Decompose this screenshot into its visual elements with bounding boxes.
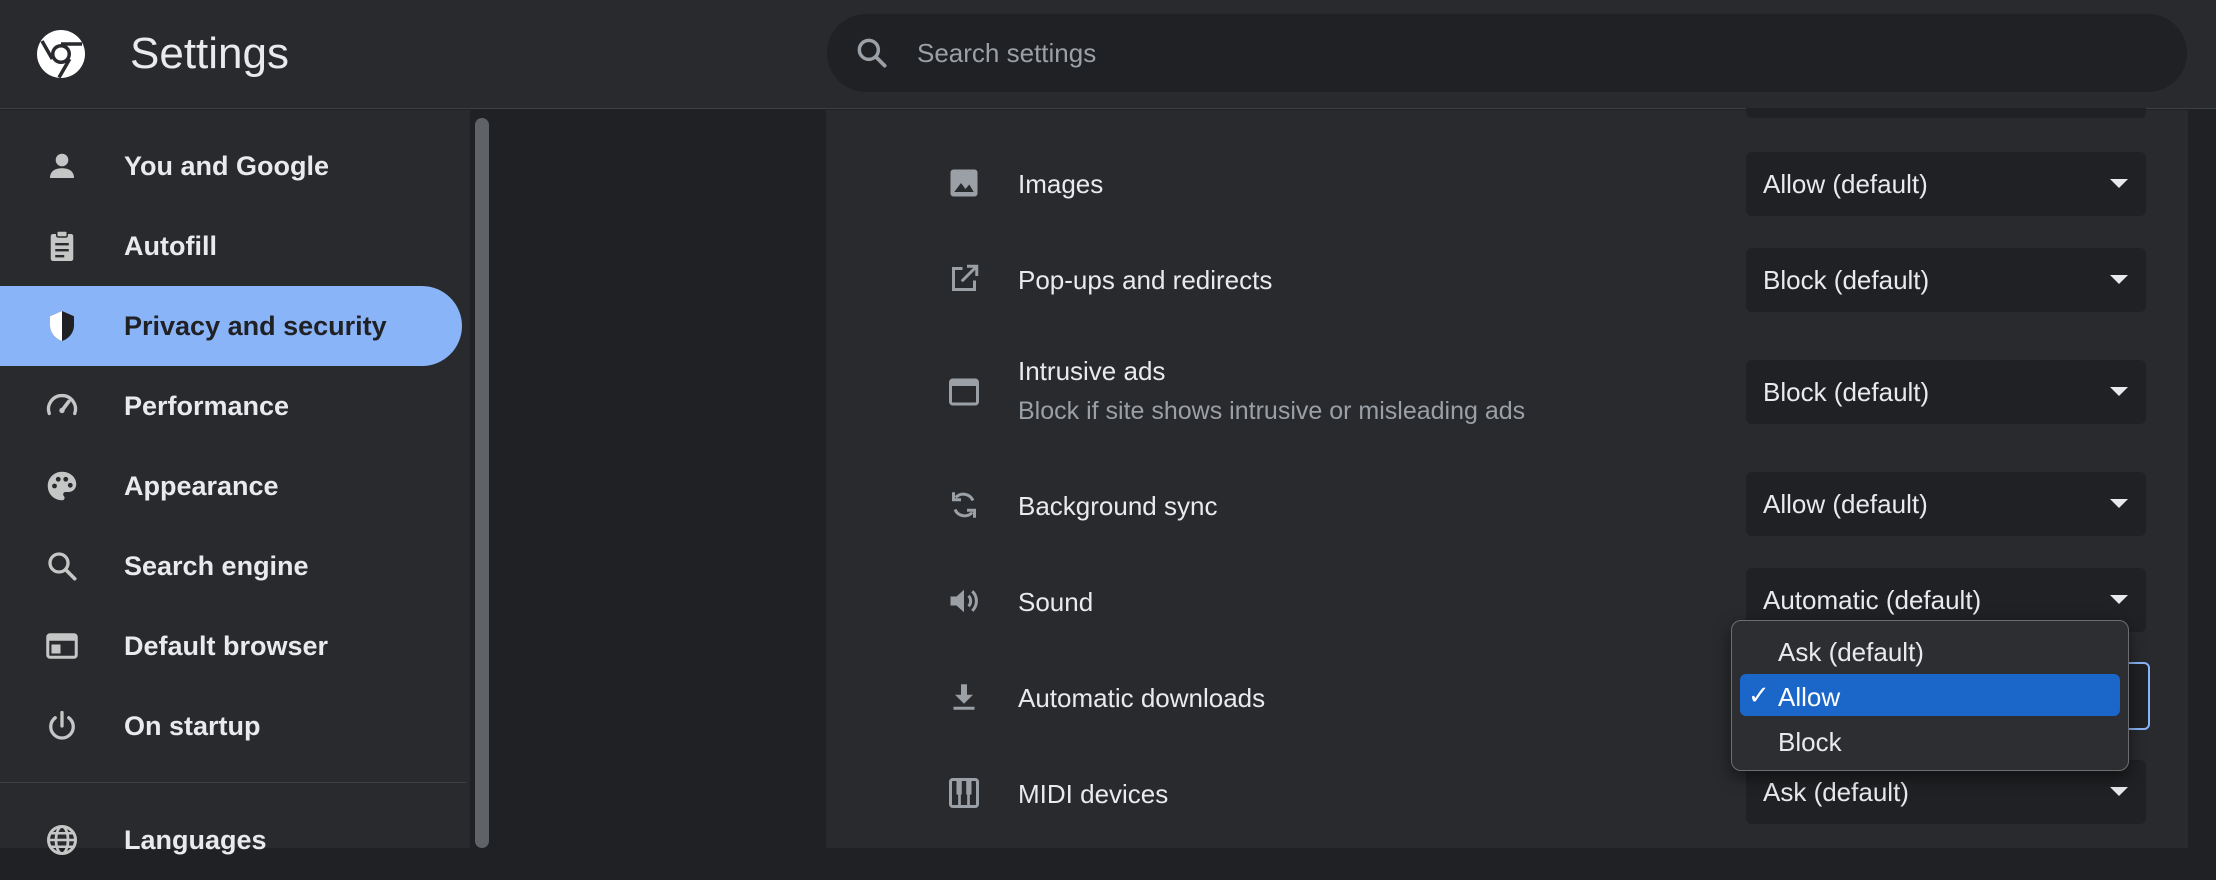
images-select[interactable]: Allow (default) xyxy=(1746,152,2146,216)
dropdown-option-label: Block xyxy=(1778,727,1842,757)
chrome-logo-icon xyxy=(37,30,85,79)
dropdown-option-ask[interactable]: Ask (default) xyxy=(1740,629,2120,671)
select-value: Ask (default) xyxy=(1763,777,1909,807)
sidebar-item-default-browser[interactable]: Default browser xyxy=(0,606,462,686)
top-bar: Settings xyxy=(0,0,2216,109)
permission-label: Sound xyxy=(1018,587,1094,617)
search-input[interactable] xyxy=(917,14,2157,92)
permission-label: Images xyxy=(1018,169,1104,199)
sidebar-divider xyxy=(0,782,466,783)
permission-label: Pop-ups and redirects xyxy=(1018,265,1273,295)
chevron-down-icon xyxy=(2110,787,2128,796)
select-value: Block (default) xyxy=(1763,377,1930,407)
chevron-down-icon xyxy=(2110,499,2128,508)
chevron-down-icon xyxy=(2110,595,2128,604)
chevron-down-icon xyxy=(2110,275,2128,284)
automatic-downloads-dropdown-menu: Ask (default) ✓ Allow Block xyxy=(1731,620,2129,771)
power-icon xyxy=(49,710,75,740)
sidebar-item-label: Privacy and security xyxy=(124,310,387,341)
permission-label: Intrusive ads xyxy=(1018,356,1166,386)
speedometer-icon xyxy=(46,393,78,416)
sidebar-item-you-and-google[interactable]: You and Google xyxy=(0,126,462,206)
browser-window-icon xyxy=(46,633,78,659)
sidebar-item-label: Performance xyxy=(124,390,290,421)
checkmark-icon: ✓ xyxy=(1748,680,1770,710)
sidebar-item-on-startup[interactable]: On startup xyxy=(0,686,462,766)
sidebar: You and Google Autofill Privacy and secu… xyxy=(0,110,470,855)
dropdown-option-block[interactable]: Block xyxy=(1740,719,2120,761)
popups-select[interactable]: Block (default) xyxy=(1746,248,2146,312)
search-icon xyxy=(48,552,77,581)
dropdown-option-label: Allow xyxy=(1778,682,1841,712)
search-icon xyxy=(857,38,887,68)
person-icon xyxy=(50,153,74,178)
speaker-icon xyxy=(950,589,978,613)
palette-icon xyxy=(47,471,77,501)
sidebar-item-search-engine[interactable]: Search engine xyxy=(0,526,462,606)
intrusive-ads-select[interactable]: Block (default) xyxy=(1746,360,2146,424)
search-bar[interactable] xyxy=(827,14,2187,92)
background-sync-select[interactable]: Allow (default) xyxy=(1746,472,2146,536)
sync-icon xyxy=(952,492,976,518)
sidebar-item-performance[interactable]: Performance xyxy=(0,366,462,446)
sidebar-item-autofill[interactable]: Autofill xyxy=(0,206,462,286)
permission-sublabel: Block if site shows intrusive or mislead… xyxy=(1018,397,1526,425)
sidebar-item-label: Languages xyxy=(124,824,267,855)
previous-select-stub xyxy=(1746,108,2146,118)
permission-label: Background sync xyxy=(1018,491,1218,521)
download-icon xyxy=(953,684,975,710)
permission-label: Automatic downloads xyxy=(1018,683,1266,713)
chevron-down-icon xyxy=(2110,387,2128,396)
dropdown-option-allow[interactable]: ✓ Allow xyxy=(1740,674,2120,716)
sidebar-scrollbar-thumb[interactable] xyxy=(475,118,489,848)
clipboard-icon xyxy=(50,230,74,261)
sidebar-item-label: Default browser xyxy=(124,630,329,661)
sidebar-item-languages[interactable]: Languages xyxy=(0,800,462,880)
image-icon xyxy=(950,169,978,197)
window-icon xyxy=(949,378,979,406)
open-in-new-icon xyxy=(952,264,979,291)
piano-icon xyxy=(949,778,979,808)
select-value: Block (default) xyxy=(1763,265,1930,295)
sidebar-item-label: You and Google xyxy=(124,150,329,181)
sidebar-item-label: Appearance xyxy=(124,470,279,501)
chevron-down-icon xyxy=(2110,179,2128,188)
sidebar-item-privacy-and-security[interactable]: Privacy and security xyxy=(0,286,462,366)
shield-icon xyxy=(50,311,74,341)
page-title: Settings xyxy=(130,29,289,78)
sidebar-item-label: On startup xyxy=(124,710,261,741)
select-value: Allow (default) xyxy=(1763,169,1928,199)
select-value: Automatic (default) xyxy=(1763,585,1982,615)
sidebar-item-label: Search engine xyxy=(124,550,309,581)
permission-label: MIDI devices xyxy=(1018,779,1169,809)
dropdown-option-label: Ask (default) xyxy=(1778,637,1924,667)
sidebar-item-appearance[interactable]: Appearance xyxy=(0,446,462,526)
sidebar-item-label: Autofill xyxy=(124,230,217,261)
select-value: Allow (default) xyxy=(1763,489,1928,519)
globe-icon xyxy=(47,825,77,855)
